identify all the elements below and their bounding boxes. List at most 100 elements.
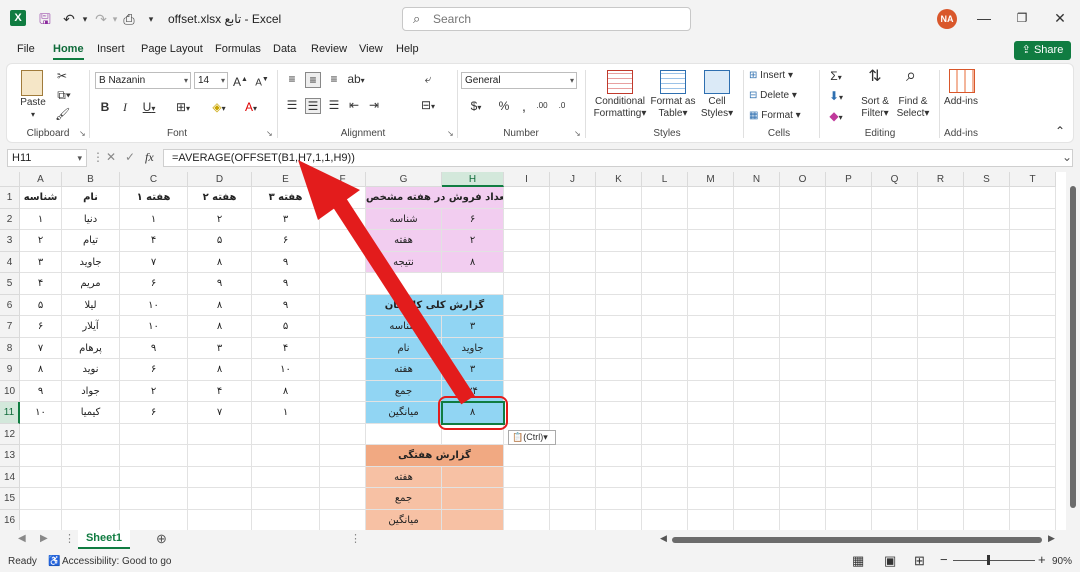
cell[interactable]: ۸ (188, 359, 252, 381)
cell[interactable] (964, 488, 1010, 510)
cell[interactable] (872, 423, 918, 445)
cell[interactable]: ۸ (188, 316, 252, 338)
cell[interactable] (20, 488, 62, 510)
page-break-view-icon[interactable]: ⊞ (914, 553, 925, 569)
cell[interactable] (120, 466, 188, 488)
worksheet-grid[interactable]: A B C D E F G H I J K L M N O P Q R S T 1 2 3 4 5 6 7 8 9 10 11 12 13 14 1… (0, 172, 1066, 530)
cell[interactable]: ۹ (252, 294, 320, 316)
cell[interactable] (872, 466, 918, 488)
column-header[interactable]: A (20, 172, 62, 187)
cell[interactable]: نوید (62, 359, 120, 381)
insert-cells-button[interactable]: ⊞ Insert ▾ (749, 70, 809, 82)
cell[interactable] (964, 466, 1010, 488)
cell[interactable] (872, 251, 918, 273)
cell[interactable] (642, 466, 688, 488)
row-header[interactable]: 4 (0, 251, 20, 273)
cell[interactable] (252, 509, 320, 530)
cell[interactable] (964, 187, 1010, 209)
tab-view[interactable]: View (359, 43, 383, 55)
cell[interactable] (596, 251, 642, 273)
find-select-icon[interactable]: ⌕ (899, 66, 923, 84)
cell[interactable] (734, 251, 780, 273)
copy-icon[interactable]: ⧉▾ (53, 88, 75, 102)
row-header[interactable]: 2 (0, 208, 20, 230)
cell[interactable] (918, 466, 964, 488)
cell[interactable] (320, 208, 366, 230)
increase-font-icon[interactable]: A▲ (233, 73, 248, 89)
insert-function-icon[interactable]: fx (145, 150, 154, 165)
align-left-icon[interactable]: ☰ (285, 98, 299, 112)
zoom-in-icon[interactable]: + (1038, 552, 1046, 567)
cell[interactable] (1010, 359, 1056, 381)
cell[interactable] (826, 402, 872, 424)
cell[interactable]: گزارش کلی کارکنان (366, 294, 504, 316)
row-header[interactable]: 11 (0, 402, 20, 424)
align-middle-icon[interactable]: ≡ (305, 72, 321, 88)
cell[interactable] (734, 445, 780, 467)
cell[interactable]: هفته (366, 230, 442, 252)
cell-styles-button[interactable]: Cell Styles▾ (697, 96, 737, 120)
cell[interactable] (1010, 445, 1056, 467)
column-header[interactable]: F (320, 172, 366, 187)
row-header[interactable]: 14 (0, 466, 20, 488)
cell[interactable]: ۳ (20, 251, 62, 273)
cell[interactable]: ۸ (20, 359, 62, 381)
cell[interactable] (188, 466, 252, 488)
fill-icon[interactable]: ⬇▾ (825, 89, 847, 105)
cell[interactable] (688, 230, 734, 252)
cell[interactable] (504, 488, 550, 510)
add-ins-button[interactable]: Add-ins (937, 96, 985, 108)
cell[interactable]: شناسه (366, 316, 442, 338)
cell[interactable] (504, 187, 550, 209)
row-header[interactable]: 1 (0, 187, 20, 209)
cell[interactable]: ۱ (20, 208, 62, 230)
cell[interactable] (366, 423, 442, 445)
cell[interactable] (320, 402, 366, 424)
print-preview-icon[interactable]: ⎙ (120, 10, 138, 28)
add-ins-icon[interactable] (949, 69, 975, 93)
cell[interactable] (550, 488, 596, 510)
cell[interactable] (20, 466, 62, 488)
cell[interactable]: ۸ (252, 380, 320, 402)
cell[interactable] (734, 423, 780, 445)
cell[interactable] (918, 294, 964, 316)
cell[interactable]: ۷ (120, 251, 188, 273)
cell[interactable] (62, 488, 120, 510)
cell[interactable] (1010, 466, 1056, 488)
cell[interactable]: هفته ۲ (188, 187, 252, 209)
sort-filter-button[interactable]: Sort & Filter▾ (855, 96, 895, 120)
cell[interactable]: جواد (62, 380, 120, 402)
cell[interactable] (826, 337, 872, 359)
borders-icon[interactable]: ⊞▾ (171, 100, 195, 116)
cell[interactable] (550, 251, 596, 273)
save-icon[interactable]: 🖫 (36, 10, 54, 28)
cell[interactable] (120, 509, 188, 530)
row-header[interactable]: 13 (0, 445, 20, 467)
cell[interactable] (688, 251, 734, 273)
cell[interactable]: ۴ (20, 273, 62, 295)
decrease-indent-icon[interactable]: ⇤ (347, 98, 361, 112)
cell[interactable] (1010, 316, 1056, 338)
cell[interactable] (550, 273, 596, 295)
cell[interactable] (642, 337, 688, 359)
cell[interactable] (550, 402, 596, 424)
cell[interactable] (1010, 337, 1056, 359)
fill-color-icon[interactable]: ◈▾ (207, 100, 231, 116)
search-box[interactable]: ⌕ (402, 7, 691, 31)
cell[interactable] (826, 294, 872, 316)
formula-input[interactable]: =AVERAGE(OFFSET(B1,H7,1,1,H9)) (163, 149, 1073, 167)
cell[interactable] (504, 466, 550, 488)
column-header[interactable]: B (62, 172, 120, 187)
cell[interactable] (504, 445, 550, 467)
cell[interactable] (734, 509, 780, 530)
row-header[interactable]: 15 (0, 488, 20, 510)
cell[interactable] (320, 251, 366, 273)
cell[interactable] (596, 337, 642, 359)
cell[interactable] (688, 208, 734, 230)
cell[interactable] (964, 316, 1010, 338)
autosum-icon[interactable]: Σ▾ (825, 69, 847, 85)
cell[interactable] (918, 316, 964, 338)
tab-help[interactable]: Help (396, 43, 419, 55)
next-sheet-icon[interactable]: ▶ (40, 533, 48, 544)
cell[interactable] (320, 273, 366, 295)
